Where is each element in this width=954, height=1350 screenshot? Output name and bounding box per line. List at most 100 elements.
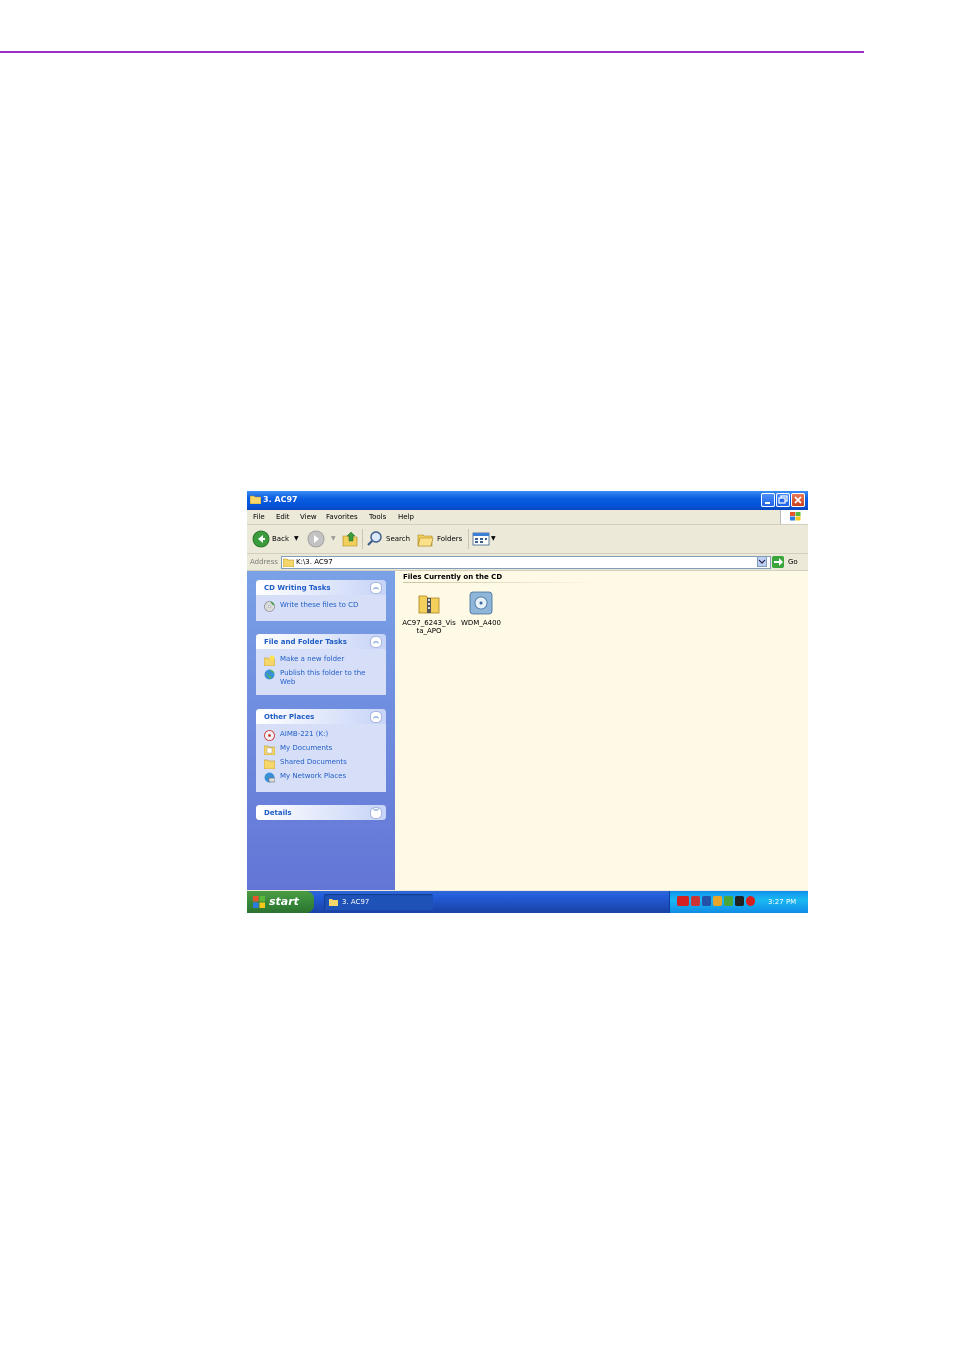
panel-body: Make a new folder Publish this folder to… [256,649,386,695]
header-rule [0,51,864,53]
search-icon [367,531,382,546]
back-button[interactable]: Back ▼ [252,529,300,549]
menu-help[interactable]: Help [398,513,414,521]
file-folder-tasks-panel: File and Folder Tasks ︽ Make a new folde… [256,634,386,695]
toolbar-separator [468,529,469,549]
menu-tools[interactable]: Tools [369,513,386,521]
ati-tray-icon[interactable] [677,896,689,906]
panel-header[interactable]: Other Places ︽ [256,709,386,724]
back-arrow-icon [252,530,270,548]
network-places-icon [264,772,275,783]
folders-icon [417,534,434,547]
forward-dropdown-icon[interactable]: ▼ [331,535,336,542]
file-item[interactable]: AC97_6243_Vista_APO [401,591,457,635]
up-folder-icon [342,531,358,547]
group-header: Files Currently on the CD [403,573,503,581]
folder-icon [329,899,338,906]
cd-drive-icon [264,730,275,741]
link-label: Publish this folder to the Web [280,669,366,686]
menu-favorites[interactable]: Favorites [326,513,358,521]
collapse-chevron-icon[interactable]: ︽ [370,582,382,594]
title-bar[interactable]: 3. AC97 [247,491,808,510]
file-name: WDM_A400 [460,619,501,627]
forward-arrow-icon [307,530,325,548]
place-network-places-link[interactable]: My Network Places [264,772,378,784]
go-arrow-icon [774,558,783,566]
up-folder-button[interactable] [341,529,359,549]
close-button[interactable] [791,493,805,507]
network-tray-icon[interactable] [702,896,711,906]
make-new-folder-link[interactable]: Make a new folder [264,655,378,667]
panel-header[interactable]: CD Writing Tasks ︽ [256,580,386,595]
window-title: 3. AC97 [263,495,298,504]
address-value: K:\3. AC97 [296,558,333,566]
taskbar: start 3. AC97 3:27 PM [247,891,808,913]
write-files-to-cd-link[interactable]: Write these files to CD [264,601,378,613]
windows-flag-icon [253,896,265,908]
menu-file[interactable]: File [253,513,265,521]
address-label: Address [250,558,278,566]
folder-icon [283,558,294,567]
taskbar-window-title: 3. AC97 [342,898,370,906]
security-tray-icon[interactable] [724,896,733,906]
file-name: AC97_6243_Vista_APO [402,619,456,635]
back-label: Back [272,535,289,543]
file-view: Files Currently on the CD AC97_6243_Vist… [395,571,808,890]
taskbar-window-button[interactable]: 3. AC97 [324,894,433,910]
maximize-icon [778,495,788,504]
views-button[interactable]: ▼ [472,529,498,549]
place-shared-documents-link[interactable]: Shared Documents [264,758,378,770]
tray-app-icon[interactable] [746,896,755,906]
other-places-panel: Other Places ︽ AIMB-221 (K:) My Document… [256,709,386,792]
minimize-icon [765,502,770,504]
installer-icon [469,591,493,615]
panel-header[interactable]: File and Folder Tasks ︽ [256,634,386,649]
views-dropdown-icon[interactable]: ▼ [491,535,496,542]
folder-icon [264,759,275,769]
go-button[interactable] [772,556,784,568]
start-button[interactable]: start [247,891,314,913]
collapse-chevron-icon[interactable]: ︽ [370,711,382,723]
tray-app-icon[interactable] [735,896,744,906]
panel-body: AIMB-221 (K:) My Documents Shared Docume… [256,724,386,792]
link-label: Write these files to CD [280,601,359,609]
explorer-window: 3. AC97 File Edit View Favorites Tools H… [247,491,808,913]
back-dropdown-icon[interactable]: ▼ [294,535,299,542]
address-input[interactable]: K:\3. AC97 [281,556,771,569]
expand-chevron-icon[interactable]: ︾ [370,807,382,819]
publish-folder-web-link[interactable]: Publish this folder to the Web [264,669,378,687]
windows-flag-icon [790,512,801,521]
folders-button[interactable]: Folders [417,529,463,549]
file-item[interactable]: WDM_A400 [453,591,509,627]
start-label: start [269,895,299,908]
group-divider [403,582,603,583]
place-cd-drive-link[interactable]: AIMB-221 (K:) [264,730,378,742]
forward-button[interactable]: ▼ [307,529,336,549]
standard-toolbar: Back ▼ ▼ Search Folders ▼ [247,525,808,554]
link-label: AIMB-221 (K:) [280,730,329,738]
menu-edit[interactable]: Edit [276,513,290,521]
search-label: Search [386,535,411,543]
link-label: Make a new folder [280,655,345,663]
collapse-chevron-icon[interactable]: ︽ [370,636,382,648]
volume-tray-icon[interactable] [713,896,722,906]
close-icon [794,496,802,504]
maximize-button[interactable] [776,493,790,507]
panel-title: File and Folder Tasks [264,638,347,646]
clock[interactable]: 3:27 PM [768,898,796,906]
link-label: My Documents [280,744,333,752]
cd-write-icon [264,601,275,612]
go-label[interactable]: Go [788,558,798,566]
minimize-button[interactable] [761,493,775,507]
details-panel: Details ︾ [256,805,386,820]
menu-bar: File Edit View Favorites Tools Help [247,510,808,525]
address-dropdown-button[interactable] [757,556,767,567]
place-my-documents-link[interactable]: My Documents [264,744,378,756]
panel-header[interactable]: Details ︾ [256,805,386,820]
panel-title: CD Writing Tasks [264,584,331,592]
tray-app-icon[interactable] [691,896,700,906]
toolbar-separator [362,529,363,549]
menu-view[interactable]: View [300,513,317,521]
search-button[interactable]: Search [366,529,412,549]
task-pane: CD Writing Tasks ︽ Write these files to … [247,571,395,890]
